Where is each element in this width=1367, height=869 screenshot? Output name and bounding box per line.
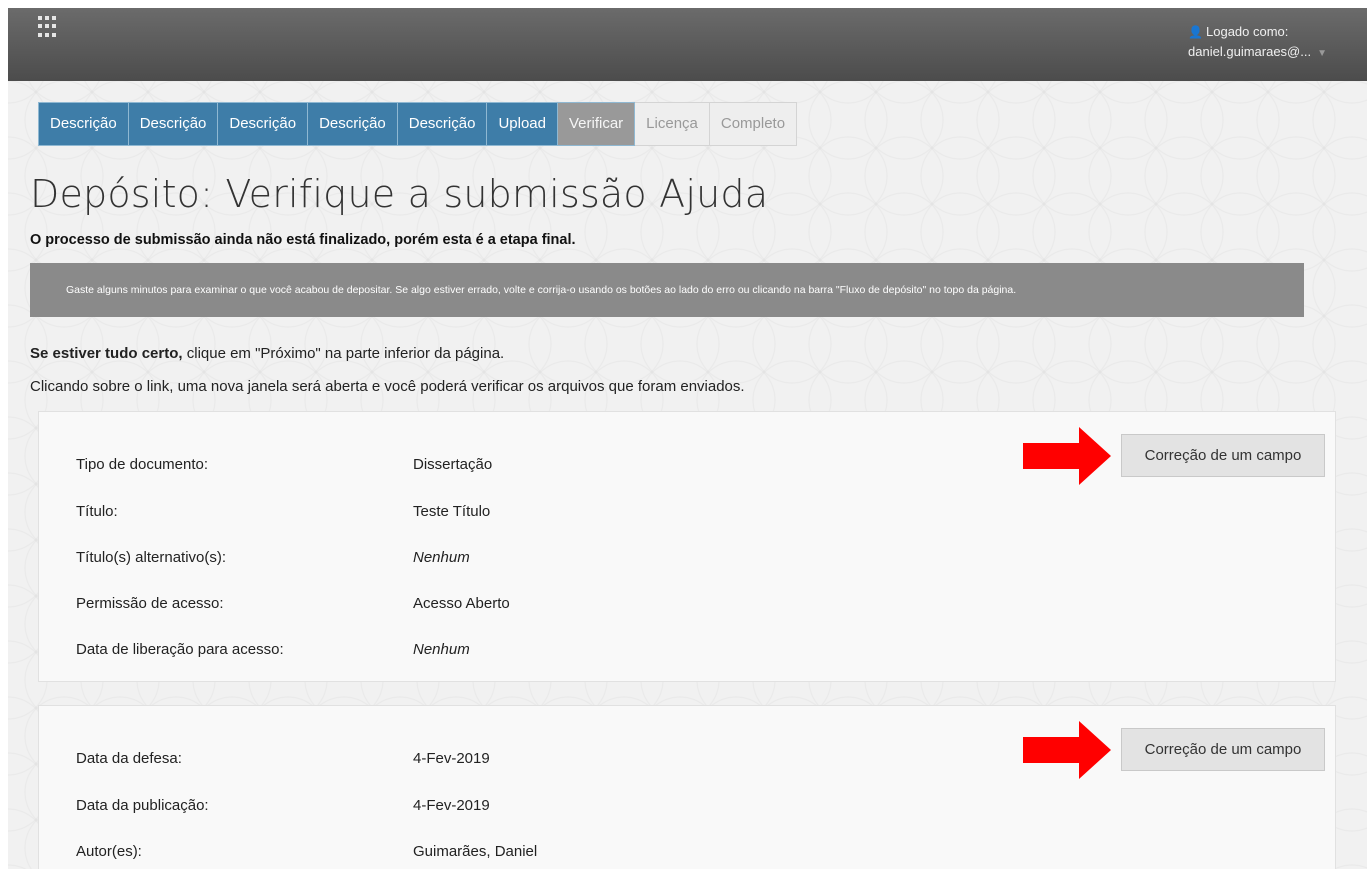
step-verificar[interactable]: Verificar — [557, 102, 636, 146]
step-descricao-5[interactable]: Descrição — [397, 102, 488, 146]
step-completo: Completo — [709, 102, 798, 146]
field-label: Permissão de acesso: — [76, 595, 224, 612]
field-label: Data da defesa: — [76, 750, 182, 767]
logged-as-label: Logado como: — [1206, 24, 1289, 39]
instruction-line-2: Clicando sobre o link, uma nova janela s… — [30, 378, 745, 395]
field-value: Teste Título — [413, 503, 491, 520]
field-label: Data de liberação para acesso: — [76, 641, 284, 658]
review-panel-1: Correção de um campo Tipo de documento: … — [38, 411, 1336, 682]
review-panel-2: Correção de um campo Data da defesa: 4-F… — [38, 705, 1336, 869]
user-email: daniel.guimaraes@... — [1188, 44, 1312, 59]
page-title: Depósito: Verifique a submissão Ajuda — [30, 172, 769, 216]
step-descricao-3[interactable]: Descrição — [218, 102, 309, 146]
step-descricao-1[interactable]: Descrição — [38, 102, 129, 146]
step-upload[interactable]: Upload — [487, 102, 558, 146]
info-notice: Gaste alguns minutos para examinar o que… — [30, 263, 1304, 317]
step-licenca: Licença — [635, 102, 710, 146]
field-value: Guimarães, Daniel — [413, 843, 538, 860]
user-icon: 👤 — [1188, 25, 1203, 39]
field-label: Tipo de documento: — [76, 456, 209, 473]
instruction-rest: clique em "Próximo" na parte inferior da… — [182, 345, 505, 362]
fix-field-button-2[interactable]: Correção de um campo — [1121, 728, 1325, 771]
step-descricao-4[interactable]: Descrição — [308, 102, 398, 146]
page-frame: 👤 Logado como: daniel.guimaraes@... ▼ Desc… — [8, 8, 1367, 869]
deposit-progress-bar: Descrição Descrição Descrição Descrição … — [38, 102, 798, 146]
field-value: Nenhum — [413, 549, 470, 566]
chevron-down-icon: ▼ — [1317, 48, 1327, 59]
field-label: Título: — [76, 503, 118, 520]
field-label: Data da publicação: — [76, 797, 209, 814]
instruction-line-1: Se estiver tudo certo, clique em "Próxim… — [30, 345, 504, 362]
field-value: Acesso Aberto — [413, 595, 510, 612]
arrow-shape — [1023, 721, 1111, 779]
user-menu[interactable]: 👤 Logado como: daniel.guimaraes@... ▼ — [1188, 22, 1327, 64]
fix-field-button-1[interactable]: Correção de um campo — [1121, 434, 1325, 477]
red-arrow-icon — [1023, 721, 1111, 779]
field-label: Autor(es): — [76, 843, 142, 860]
field-label: Título(s) alternativo(s): — [76, 549, 227, 566]
page-subtitle: O processo de submissão ainda não está f… — [30, 232, 576, 248]
arrow-shape — [1023, 427, 1111, 485]
field-value: Dissertação — [413, 456, 493, 473]
field-value: 4-Fev-2019 — [413, 750, 490, 767]
instruction-bold: Se estiver tudo certo, — [30, 345, 183, 362]
step-descricao-2[interactable]: Descrição — [128, 102, 219, 146]
red-arrow-icon — [1023, 427, 1111, 485]
app-menu-grid-icon[interactable] — [38, 16, 60, 38]
field-value: 4-Fev-2019 — [413, 797, 490, 814]
top-navbar: 👤 Logado como: daniel.guimaraes@... ▼ — [8, 8, 1367, 81]
field-value: Nenhum — [413, 641, 470, 658]
